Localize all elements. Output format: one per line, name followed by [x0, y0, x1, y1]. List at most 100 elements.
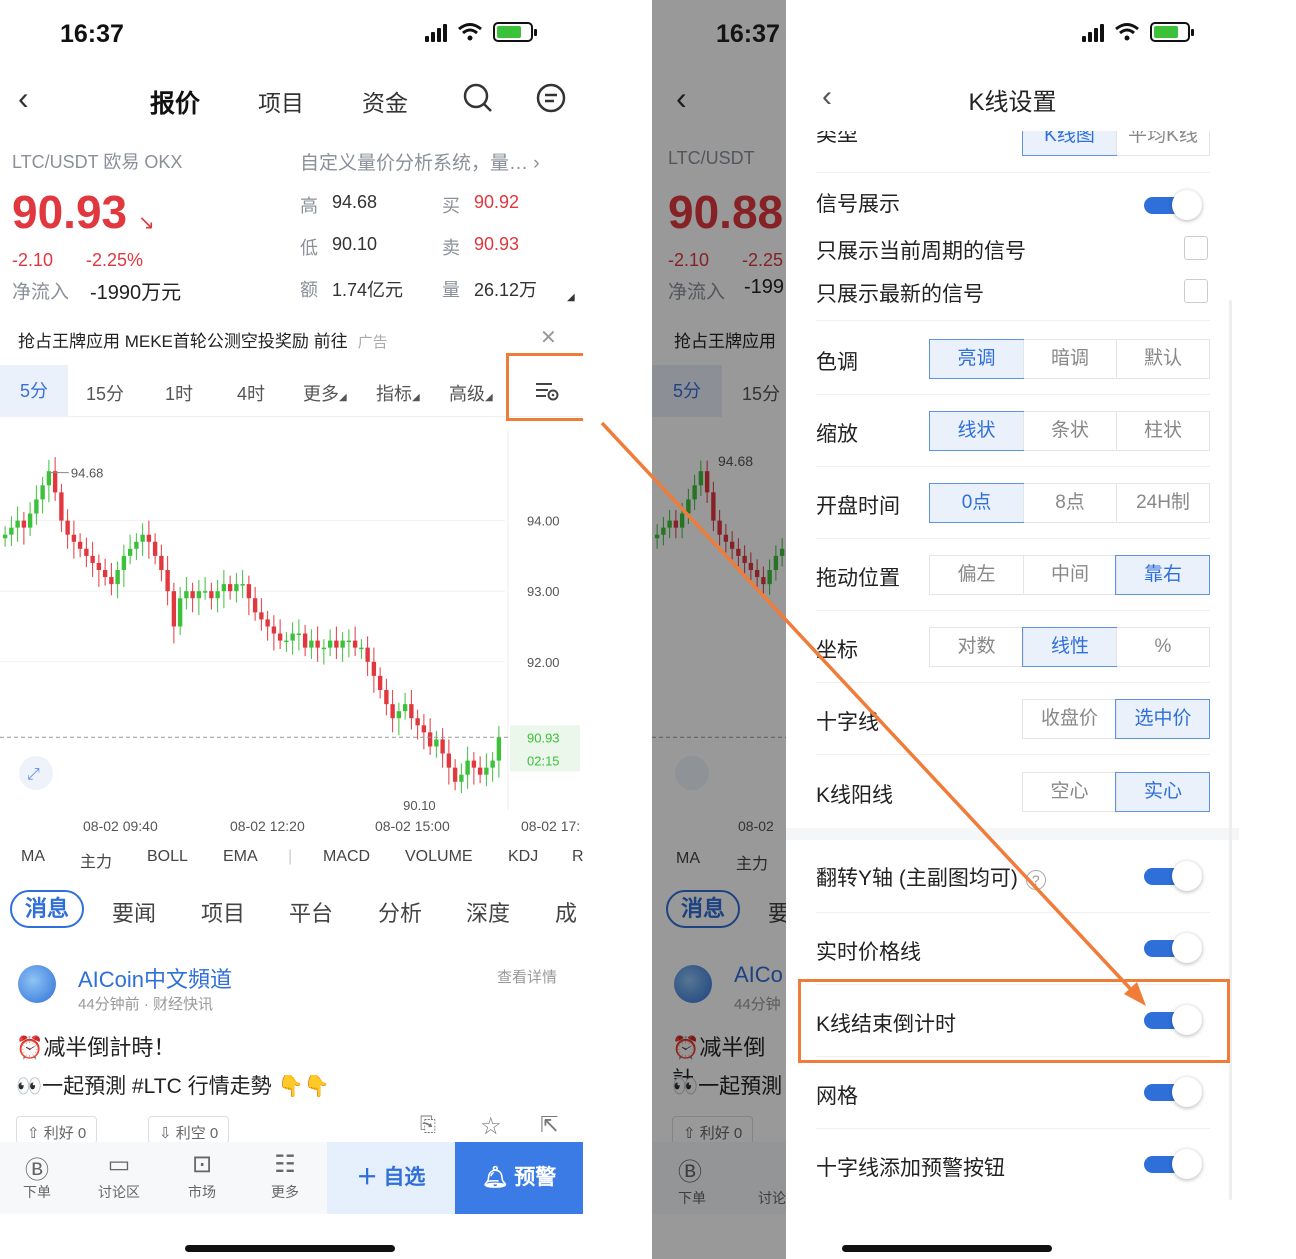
- drag-option-center[interactable]: 中间: [1023, 556, 1116, 594]
- zoom-option-bar[interactable]: 条状: [1023, 412, 1116, 450]
- only-current-checkbox[interactable]: [1184, 236, 1208, 260]
- candle-body: [84, 548, 89, 556]
- crosshair-option-selected[interactable]: 选中价: [1115, 699, 1210, 739]
- candle-body: [234, 584, 239, 592]
- avatar[interactable]: [18, 965, 56, 1003]
- coord-option-log[interactable]: 对数: [930, 628, 1023, 666]
- share-icon[interactable]: ⇱: [540, 1112, 558, 1138]
- indicator-ema[interactable]: EMA: [223, 848, 258, 866]
- only-current-label: 只展示当前周期的信号: [816, 240, 1026, 263]
- news-tab-depth[interactable]: 深度: [466, 896, 510, 928]
- open-time-option-8[interactable]: 8点: [1023, 484, 1116, 522]
- expand-corner-icon[interactable]: ◢: [567, 292, 575, 303]
- help-icon[interactable]: ?: [1025, 870, 1046, 890]
- tone-option-dark[interactable]: 暗调: [1023, 340, 1116, 378]
- type-option-kline[interactable]: K线图: [1022, 130, 1117, 156]
- chat-menu-icon[interactable]: [535, 82, 567, 114]
- indicator-main[interactable]: 主力: [80, 848, 112, 872]
- flip-y-toggle[interactable]: [1144, 861, 1202, 891]
- tone-option-light[interactable]: 亮调: [929, 339, 1024, 379]
- translate-icon[interactable]: ⎘: [420, 1114, 436, 1137]
- candle-body: [384, 690, 389, 705]
- drag-option-left[interactable]: 偏左: [930, 556, 1023, 594]
- candle-body: [102, 570, 108, 578]
- tab-quote[interactable]: 报价: [150, 84, 200, 120]
- period-more[interactable]: 更多◢: [303, 380, 347, 406]
- search-icon[interactable]: [462, 82, 494, 114]
- highlight-settings-icon: [506, 353, 583, 421]
- candle-body: [390, 704, 395, 719]
- indicator-volume[interactable]: VOLUME: [405, 848, 473, 866]
- coord-option-linear[interactable]: 线性: [1022, 627, 1117, 667]
- candle-body: [159, 555, 164, 570]
- candle-body: [27, 513, 33, 528]
- bull-candle-option-hollow[interactable]: 空心: [1023, 773, 1116, 811]
- indicator-boll[interactable]: BOLL: [147, 848, 188, 866]
- page-title: K线设置: [968, 89, 1057, 116]
- news-tab-analysis[interactable]: 分析: [378, 896, 422, 928]
- coord-option-percent[interactable]: %: [1116, 628, 1209, 666]
- grid-toggle[interactable]: [1144, 1077, 1202, 1107]
- candle-body: [309, 640, 314, 648]
- star-icon[interactable]: ☆: [480, 1112, 502, 1141]
- y-tick-label: 93.00: [527, 584, 560, 599]
- more-button[interactable]: ☷ 更多: [260, 1150, 310, 1202]
- pair-label[interactable]: LTC/USDT 欧易 OKX: [12, 148, 182, 174]
- crosshair-label: 十字线: [816, 711, 879, 734]
- type-option-heikin[interactable]: 平均K线: [1116, 130, 1209, 155]
- dim-overlay[interactable]: [652, 0, 786, 1259]
- section-divider: [786, 828, 1239, 840]
- candle-body: [90, 555, 95, 563]
- market-button[interactable]: ⊡ 市场: [177, 1150, 227, 1202]
- open-time-option-0[interactable]: 0点: [929, 483, 1024, 523]
- tab-project[interactable]: 项目: [258, 84, 304, 118]
- order-button[interactable]: Ⓑ 下单: [12, 1150, 62, 1202]
- zoom-option-column[interactable]: 柱状: [1116, 412, 1209, 450]
- news-tab-more[interactable]: 成: [555, 896, 577, 928]
- close-icon[interactable]: ✕: [540, 325, 557, 350]
- advanced-menu[interactable]: 高级◢: [449, 380, 493, 406]
- bull-candle-option-solid[interactable]: 实心: [1115, 772, 1210, 812]
- add-favorite-button[interactable]: ＋ 自选: [327, 1142, 455, 1214]
- status-bar: [786, 0, 1239, 70]
- indicator-kdj[interactable]: KDJ: [508, 848, 538, 866]
- period-1h[interactable]: 1时: [165, 380, 193, 406]
- alert-button[interactable]: 🔔︎ 预警: [455, 1142, 583, 1214]
- candlestick-chart[interactable]: 94.00 93.00 92.00 94.68 90.10 90.93 02:15 ⤢: [0, 430, 583, 810]
- cross-alert-toggle[interactable]: [1144, 1149, 1202, 1179]
- low-value: 90.10: [332, 234, 378, 254]
- only-latest-checkbox[interactable]: [1184, 279, 1208, 303]
- view-detail-link[interactable]: 查看详情: [497, 966, 557, 987]
- candle-body: [71, 534, 77, 542]
- period-4h[interactable]: 4时: [237, 380, 265, 406]
- bearish-button[interactable]: ⇩ 利空 0: [148, 1116, 230, 1144]
- indicator-r[interactable]: R: [572, 848, 583, 866]
- crosshair-option-close[interactable]: 收盘价: [1023, 700, 1116, 738]
- open-time-option-24h[interactable]: 24H制: [1116, 484, 1209, 522]
- news-tab-platform[interactable]: 平台: [289, 896, 333, 928]
- forum-button[interactable]: ▭ 讨论区: [94, 1150, 144, 1202]
- description-link[interactable]: 自定义量价分析系统，量… ›: [300, 148, 540, 175]
- zoom-option-line[interactable]: 线状: [929, 411, 1024, 451]
- scrollbar[interactable]: [1229, 300, 1232, 1200]
- tab-funds[interactable]: 资金: [362, 84, 408, 118]
- signal-show-toggle[interactable]: [1144, 190, 1202, 220]
- news-tab-projects[interactable]: 项目: [201, 896, 245, 928]
- indicator-ma[interactable]: MA: [21, 848, 45, 866]
- right-screen: 16:37 ‹ LTC/USDT 90.88 -2.10 -2.25 净流入 -…: [652, 0, 1239, 1259]
- last-price: 90.93: [12, 186, 128, 238]
- tone-option-default[interactable]: 默认: [1116, 340, 1209, 378]
- news-tab-headlines[interactable]: 要闻: [112, 896, 156, 928]
- realtime-line-toggle[interactable]: [1144, 933, 1202, 963]
- ad-banner[interactable]: 抢占王牌应用 MEKE首轮公测空投奖励 前往 广告: [18, 327, 388, 352]
- news-tab-messages[interactable]: 消息: [10, 890, 84, 928]
- period-5m[interactable]: 5分: [0, 365, 68, 417]
- bullish-button[interactable]: ⇧ 利好 0: [16, 1116, 98, 1144]
- period-15m[interactable]: 15分: [86, 380, 124, 406]
- post-author[interactable]: AICoin中文頻道: [78, 962, 232, 994]
- candle-body: [296, 633, 302, 636]
- indicator-menu[interactable]: 指标◢: [376, 380, 420, 406]
- indicator-macd[interactable]: MACD: [323, 848, 370, 866]
- drag-option-right[interactable]: 靠右: [1115, 555, 1210, 595]
- back-icon[interactable]: ‹: [18, 80, 29, 117]
